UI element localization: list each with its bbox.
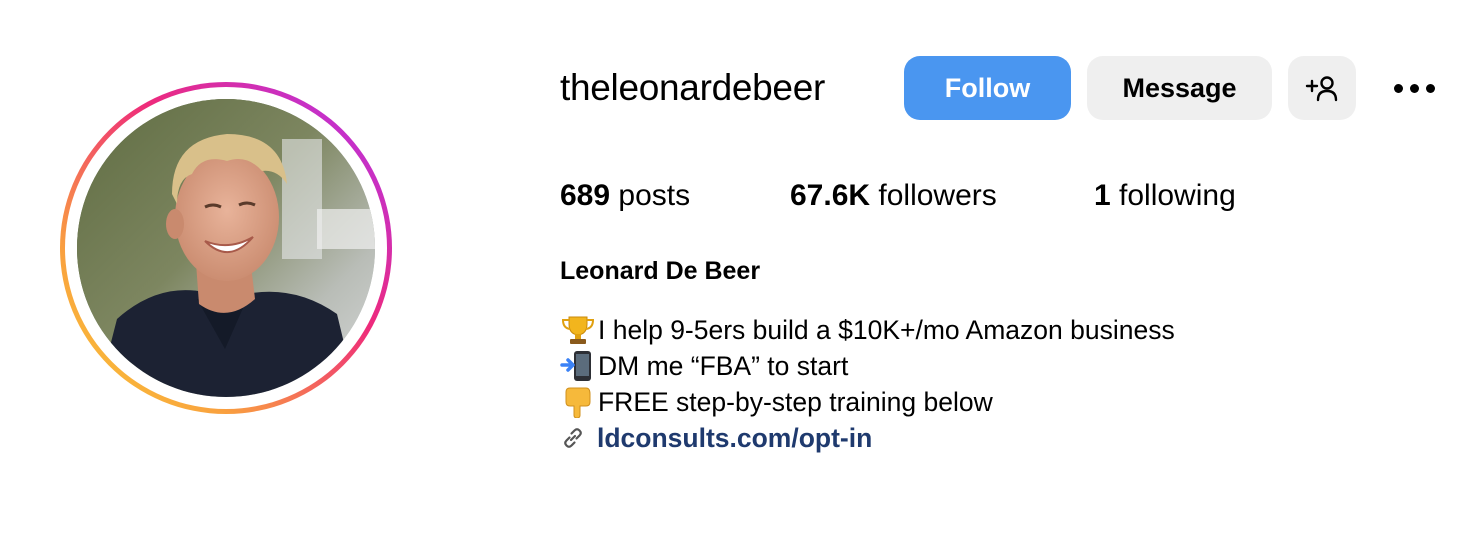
message-button[interactable]: Message [1087, 56, 1272, 120]
followers-count-label: followers [870, 179, 997, 212]
add-person-icon [1305, 76, 1338, 102]
profile-full-name: Leonard De Beer [560, 257, 761, 285]
bio-external-link[interactable]: ldconsults.com/opt-in [597, 420, 872, 456]
bio-line-text: I help 9-5ers build a $10K+/mo Amazon bu… [598, 315, 1175, 345]
suggested-accounts-button[interactable] [1288, 56, 1356, 120]
follow-button[interactable]: Follow [904, 56, 1071, 120]
avatar-photo [77, 99, 375, 397]
posts-count-value: 689 [560, 179, 611, 212]
profile-bio: I help 9-5ers build a $10K+/mo Amazon bu… [560, 312, 1175, 456]
posts-count[interactable]: 689 posts [560, 174, 690, 218]
followers-count[interactable]: 67.6K followers [790, 174, 997, 218]
more-options-button[interactable] [1384, 64, 1444, 112]
bio-line: I help 9-5ers build a $10K+/mo Amazon bu… [560, 312, 1175, 348]
link-icon [564, 428, 582, 448]
bio-line-text: FREE step-by-step training below [598, 387, 993, 417]
following-count-value: 1 [1094, 179, 1111, 212]
mobile-phone-arrow-icon [560, 351, 591, 381]
following-count-label: following [1110, 179, 1236, 212]
bio-line-text: DM me “FBA” to start [598, 351, 849, 381]
more-options-icon [1393, 83, 1435, 93]
profile-username: theleonardebeer [560, 67, 825, 108]
bio-line: FREE step-by-step training below [560, 384, 1175, 420]
posts-count-label: posts [610, 179, 691, 212]
avatar [77, 99, 375, 397]
pointing-down-hand-icon [565, 387, 591, 418]
profile-avatar-story-ring[interactable] [60, 82, 392, 414]
following-count[interactable]: 1 following [1094, 174, 1236, 218]
followers-count-value: 67.6K [790, 179, 871, 212]
trophy-icon [561, 316, 595, 344]
bio-link-row: ldconsults.com/opt-in [560, 420, 1175, 456]
bio-line: DM me “FBA” to start [560, 348, 1175, 384]
